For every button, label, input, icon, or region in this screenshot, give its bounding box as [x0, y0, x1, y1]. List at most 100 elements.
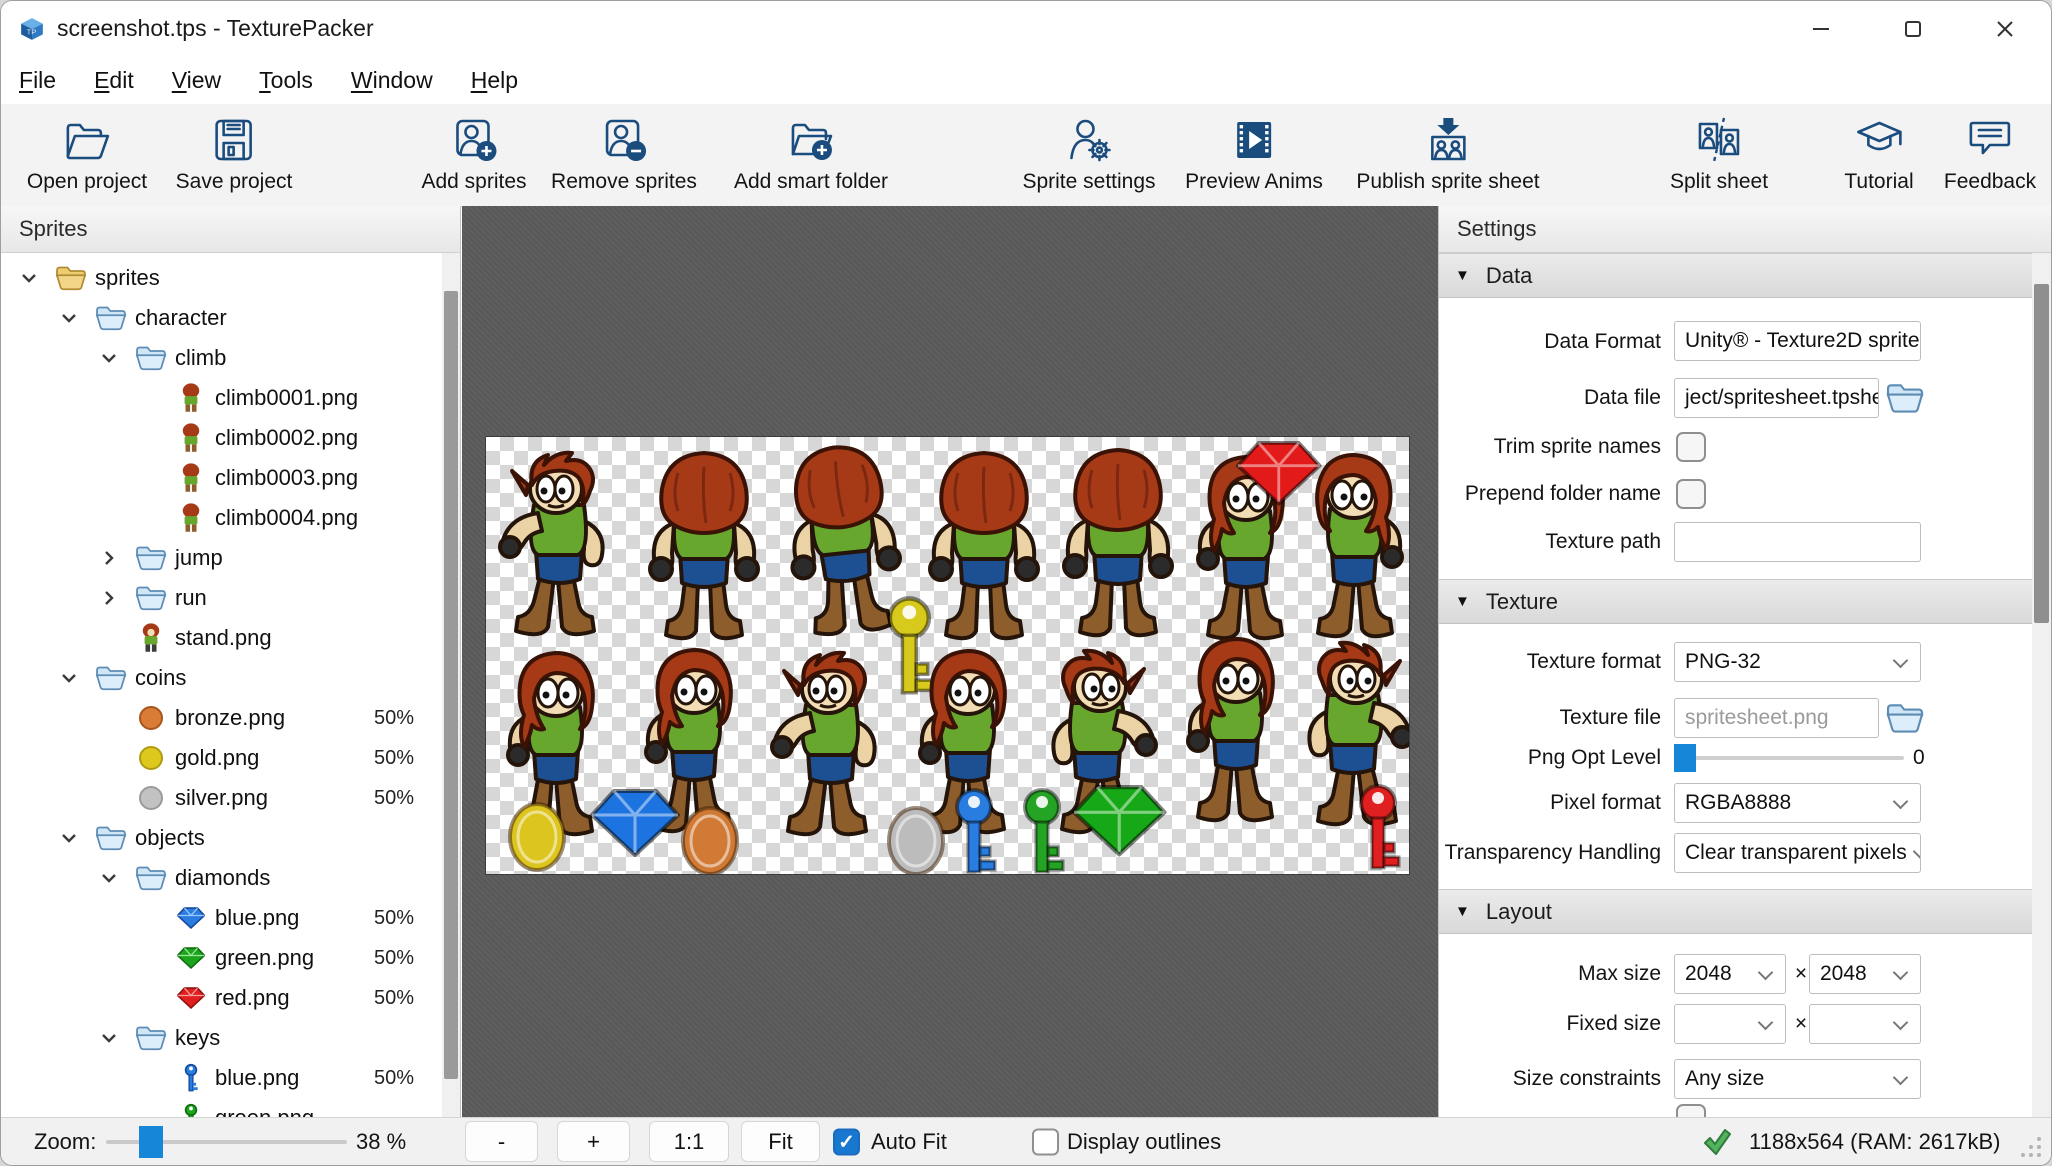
data-file-label: Data file [1583, 386, 1661, 409]
tree-row-diamond-blue[interactable]: blue.png 50% [1, 898, 440, 938]
pixel-format-dropdown[interactable]: RGBA8888 [1674, 783, 1921, 823]
tree-row-gold[interactable]: gold.png 50% [1, 738, 440, 778]
display-outlines-checkbox[interactable] [1032, 1128, 1059, 1155]
chevron-down-icon[interactable] [9, 273, 49, 284]
tree-row-key-green[interactable]: green.png [1, 1098, 440, 1117]
menu-edit[interactable]: Edit [94, 61, 152, 100]
resize-grip[interactable] [2017, 1133, 2043, 1159]
tree-row-sprites[interactable]: sprites [1, 258, 440, 298]
chevron-down-icon[interactable] [89, 1033, 129, 1044]
preview-anims-button[interactable]: Preview Anims [1185, 116, 1323, 194]
add-smart-folder-button[interactable]: Add smart folder [734, 116, 888, 194]
folder-blue-icon [129, 584, 173, 612]
data-file-browse-button[interactable] [1882, 378, 1928, 418]
tree-row-diamond-green[interactable]: green.png 50% [1, 938, 440, 978]
tree-row-climb0001[interactable]: climb0001.png [1, 378, 440, 418]
prepend-folder-name-checkbox[interactable] [1676, 479, 1706, 509]
tree-row-stand[interactable]: stand.png [1, 618, 440, 658]
tree-row-key-blue[interactable]: blue.png 50% [1, 1058, 440, 1098]
tree-row-run[interactable]: run [1, 578, 440, 618]
save-project-button[interactable]: Save project [176, 116, 292, 194]
minimize-button[interactable] [1775, 1, 1867, 56]
add-sprites-button[interactable]: Add sprites [421, 116, 527, 194]
feedback-button[interactable]: Feedback [1944, 116, 2036, 194]
tree-row-diamond-red[interactable]: red.png 50% [1, 978, 440, 1018]
texture-file-browse-button[interactable] [1882, 698, 1928, 738]
tutorial-button[interactable]: Tutorial [1844, 116, 1914, 194]
zoom-out-button[interactable]: - [465, 1121, 538, 1162]
tree-row-keys[interactable]: keys [1, 1018, 440, 1058]
tree-row-climb0002[interactable]: climb0002.png [1, 418, 440, 458]
fixed-size-width-dropdown[interactable] [1674, 1004, 1786, 1044]
canvas-viewport[interactable] [462, 206, 1438, 1117]
tree-row-climb0003[interactable]: climb0003.png [1, 458, 440, 498]
auto-fit-checkbox[interactable] [833, 1128, 860, 1155]
chevron-right-icon[interactable] [89, 590, 129, 606]
png-opt-level-slider[interactable] [1674, 743, 1904, 773]
chevron-down-icon[interactable] [89, 353, 129, 364]
max-size-width-dropdown[interactable]: 2048 [1674, 954, 1786, 994]
tree-row-jump[interactable]: jump [1, 538, 440, 578]
sprites-panel: Sprites sprites character climb climb000… [1, 206, 461, 1117]
settings-scrollbar-thumb[interactable] [2034, 284, 2049, 623]
display-outlines-label[interactable]: Display outlines [1067, 1129, 1221, 1155]
transparency-handling-dropdown[interactable]: Clear transparent pixels [1674, 833, 1921, 873]
section-texture[interactable]: ▼ Texture [1439, 579, 2035, 624]
chevron-down-icon[interactable] [49, 833, 89, 844]
remove-sprites-button[interactable]: Remove sprites [551, 116, 697, 194]
publish-sprite-sheet-button[interactable]: Publish sprite sheet [1356, 116, 1540, 194]
title-bar: TP screenshot.tps - TexturePacker [1, 1, 2051, 56]
data-file-input[interactable]: ject/spritesheet.tpsheet [1674, 378, 1879, 418]
chevron-down-icon[interactable] [49, 673, 89, 684]
tree-row-diamonds[interactable]: diamonds [1, 858, 440, 898]
data-format-field[interactable]: Unity® - Texture2D sprite s [1674, 321, 1921, 361]
fixed-size-height-dropdown[interactable] [1809, 1004, 1921, 1044]
section-data[interactable]: ▼ Data [1439, 253, 2035, 298]
sprite-thumb-icon [169, 503, 213, 533]
zoom-1-1-button[interactable]: 1:1 [649, 1121, 729, 1162]
menu-view[interactable]: View [172, 61, 239, 100]
clipped-checkbox[interactable] [1676, 1104, 1706, 1117]
menu-file[interactable]: File [19, 61, 74, 100]
tree-row-bronze[interactable]: bronze.png 50% [1, 698, 440, 738]
texture-path-input[interactable] [1674, 522, 1921, 562]
menu-help[interactable]: Help [471, 61, 536, 100]
close-button[interactable] [1959, 1, 2051, 56]
section-collapse-icon: ▼ [1455, 903, 1470, 920]
texture-file-input[interactable]: spritesheet.png [1674, 698, 1879, 738]
chevron-down-icon[interactable] [89, 873, 129, 884]
tree-row-silver[interactable]: silver.png 50% [1, 778, 440, 818]
split-sheet-button[interactable]: Split sheet [1670, 116, 1768, 194]
settings-scrollbar[interactable] [2032, 253, 2051, 1117]
zoom-slider-handle[interactable] [139, 1126, 163, 1158]
zoom-in-button[interactable]: + [557, 1121, 630, 1162]
sprites-scrollbar[interactable] [442, 253, 460, 1117]
maximize-icon [1905, 20, 1921, 37]
menu-window[interactable]: Window [351, 61, 451, 100]
tree-row-objects[interactable]: objects [1, 818, 440, 858]
texture-format-dropdown[interactable]: PNG-32 [1674, 642, 1921, 682]
scale-badge: 50% [373, 1066, 414, 1089]
slider-handle[interactable] [1674, 744, 1696, 772]
trim-sprite-names-checkbox[interactable] [1676, 432, 1706, 462]
fit-button[interactable]: Fit [741, 1121, 820, 1162]
tree-row-climb0004[interactable]: climb0004.png [1, 498, 440, 538]
menu-tools[interactable]: Tools [259, 61, 331, 100]
sprite-settings-button[interactable]: Sprite settings [1022, 116, 1156, 194]
maximize-button[interactable] [1867, 1, 1959, 56]
sprite-thumb-icon [169, 463, 213, 493]
slider-track[interactable] [1674, 756, 1904, 760]
chevron-down-icon[interactable] [49, 313, 89, 324]
sprites-scrollbar-thumb[interactable] [444, 291, 458, 1079]
tree-row-climb[interactable]: climb [1, 338, 440, 378]
size-constraints-dropdown[interactable]: Any size [1674, 1059, 1921, 1099]
tree-row-character[interactable]: character [1, 298, 440, 338]
open-project-button[interactable]: Open project [27, 116, 147, 194]
chevron-right-icon[interactable] [89, 550, 129, 566]
app-icon[interactable]: TP [19, 16, 45, 42]
texture-file-label: Texture file [1559, 706, 1661, 729]
section-layout[interactable]: ▼ Layout [1439, 889, 2035, 934]
tree-row-coins[interactable]: coins [1, 658, 440, 698]
max-size-height-dropdown[interactable]: 2048 [1809, 954, 1921, 994]
auto-fit-label[interactable]: Auto Fit [871, 1129, 947, 1155]
